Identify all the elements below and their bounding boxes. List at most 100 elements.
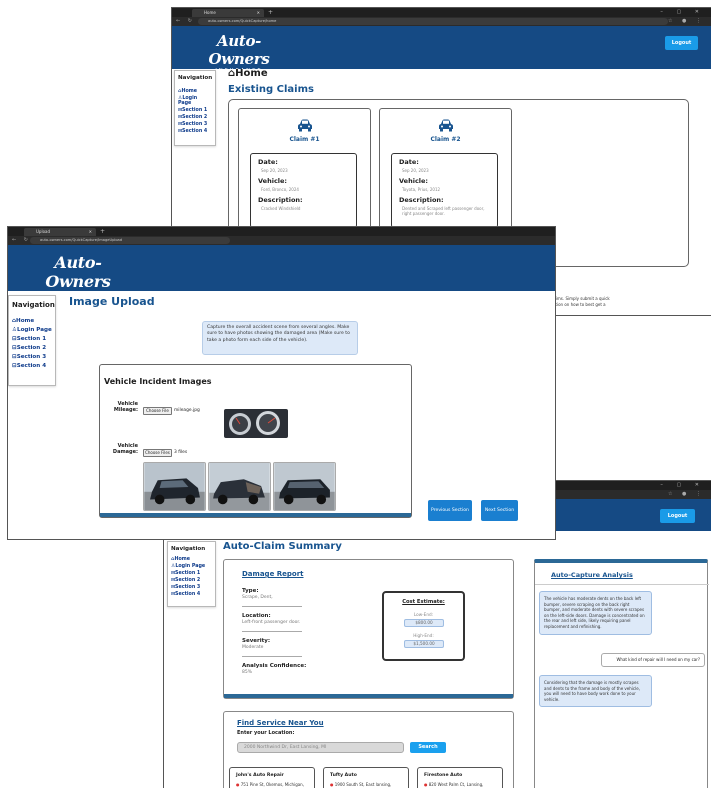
claim-date: Sep 20, 2023 [402, 168, 429, 173]
analysis-panel: Auto-Capture Analysis The vehicle has mo… [534, 559, 709, 788]
severity-value: Moderate [242, 645, 264, 650]
damage-photo-3 [273, 462, 336, 511]
nav-section-1[interactable]: ⊟Section 1 [178, 108, 212, 113]
car-icon [439, 119, 453, 132]
home-tab-bar: Home ✕ + – ▢ ✕ [172, 8, 711, 17]
nav-section-3[interactable]: ⊟Section 3 [178, 122, 212, 127]
nav-section-4[interactable]: ⊟Section 4 [178, 129, 212, 134]
new-tab-icon[interactable]: + [268, 8, 273, 17]
cost-estimate-title: Cost Estimate: [402, 599, 445, 605]
card-footer-bar [100, 513, 411, 517]
upload-navigation-panel: Navigation ⌂Home ♙Login Page ⊟Section 1 … [8, 295, 56, 386]
nav-section-2[interactable]: ⊟Section 2 [171, 578, 212, 583]
upload-address-bar: ← ↻ auto-owners.com/QuickCapture/ImageUp… [8, 236, 555, 245]
tab-close-icon[interactable]: ✕ [89, 228, 92, 236]
browser-tab-home[interactable]: Home ✕ [192, 9, 264, 17]
logout-button[interactable]: Logout [660, 509, 695, 523]
claim-vehicle: Toyota, Prius, 2012 [402, 187, 441, 192]
navigation-title: Navigation [178, 75, 213, 81]
previous-section-button[interactable]: Previous Section [428, 500, 472, 521]
description-label: Description: [258, 196, 303, 204]
navigation-title: Navigation [171, 546, 206, 552]
nav-section-3[interactable]: ⊟Section 3 [12, 354, 52, 360]
bot-message: Considering that the damage is mostly sc… [539, 675, 652, 708]
damage-file-count: 3 files [174, 450, 188, 455]
url-field[interactable]: auto-owners.com/QuickCapture/ImageUpload [30, 237, 230, 244]
divider [535, 584, 709, 585]
nav-section-1[interactable]: ⊟Section 1 [12, 336, 52, 342]
nav-login-page[interactable]: ♙Login Page [171, 564, 212, 569]
summary-page-title: Auto-Claim Summary [223, 541, 342, 552]
new-tab-icon[interactable]: + [100, 227, 105, 236]
shop-card-2[interactable]: Tufty Auto ● 1900 South St, East lansing… [323, 767, 409, 788]
damage-choose-files-button[interactable]: Choose Files [143, 449, 172, 457]
shop-name: Firestone Auto [424, 773, 463, 778]
shop-card-1[interactable]: John's Auto Repair ● 751 Pine St, Okemos… [229, 767, 315, 788]
vehicle-label: Vehicle: [258, 177, 288, 185]
location-prompt: Enter your Location: [237, 730, 295, 736]
nav-login-page[interactable]: ♙Login Page [12, 327, 52, 333]
analysis-title: Auto-Capture Analysis [551, 571, 633, 579]
find-service-title: Find Service Near You [237, 719, 324, 727]
claim-title: Claim #1 [289, 136, 320, 143]
tab-close-icon[interactable]: ✕ [257, 9, 260, 17]
nav-arrows-icon[interactable]: ← ↻ [12, 236, 31, 245]
window-controls[interactable]: – ▢ ✕ [660, 8, 705, 17]
low-end-label: Low-End: [413, 612, 434, 617]
summary-navigation-panel: Navigation ⌂Home ♙Login Page ⊟Section 1 … [167, 541, 216, 607]
low-end-value: $800.00 [404, 619, 444, 627]
url-field[interactable]: auto-owners.com/QuickCapture/home [198, 18, 668, 25]
nav-section-4[interactable]: ⊟Section 4 [12, 363, 52, 369]
existing-claims-title: Existing Claims [228, 84, 314, 95]
vehicle-images-title: Vehicle Incident Images [104, 377, 212, 386]
damage-photo-1 [143, 462, 206, 511]
home-address-bar: ← ↻ auto-owners.com/QuickCapture/home ☆ … [172, 17, 711, 26]
mileage-file-name: mileage.jpg [174, 408, 200, 413]
mileage-photo [224, 409, 288, 438]
next-section-button[interactable]: Next Section [481, 500, 518, 521]
nav-arrows-icon[interactable]: ← ↻ [176, 17, 195, 26]
location-value: Left-front passenger door. [242, 620, 301, 625]
auto-owners-logo: Auto-Owners INSURANCE [45, 253, 111, 297]
nav-section-4[interactable]: ⊟Section 4 [171, 592, 212, 597]
image-upload-title: Image Upload [69, 295, 155, 308]
mileage-choose-file-button[interactable]: Choose File [143, 407, 172, 415]
high-end-value: $1,500.00 [404, 640, 444, 648]
navigation-title: Navigation [12, 301, 55, 309]
mileage-label: Vehicle Mileage: [113, 401, 138, 413]
shop-name: John's Auto Repair [236, 773, 284, 778]
nav-section-2[interactable]: ⊟Section 2 [178, 115, 212, 120]
browser-extensions-icon[interactable]: ☆ ● ⋮ [668, 490, 705, 499]
nav-home[interactable]: ⌂Home [178, 89, 212, 94]
confidence-label: Analysis Confidence: [242, 663, 307, 669]
car-icon [298, 119, 312, 132]
upload-tab-bar: Upload ✕ + [8, 227, 555, 236]
type-value: Scrape, Dent, [242, 595, 273, 600]
browser-tab-upload[interactable]: Upload ✕ [24, 228, 96, 236]
shop-card-3[interactable]: Firestone Auto ● 820 West Palm Ct, Lansi… [417, 767, 503, 788]
nav-section-2[interactable]: ⊟Section 2 [12, 345, 52, 351]
window-controls[interactable]: – ▢ ✕ [660, 481, 705, 490]
card-footer-bar [224, 694, 513, 698]
home-brand-header: Auto-Owners INSURANCE Logout [172, 26, 711, 74]
high-end-label: High-End: [413, 633, 434, 638]
logout-button[interactable]: Logout [665, 36, 698, 50]
nav-section-1[interactable]: ⊟Section 1 [171, 571, 212, 576]
nav-home[interactable]: ⌂Home [171, 557, 212, 562]
confidence-value: 85% [242, 670, 253, 675]
shop-name: Tufty Auto [330, 773, 357, 778]
date-label: Date: [258, 158, 278, 166]
vehicle-images-card: Vehicle Incident Images Vehicle Mileage:… [99, 364, 412, 518]
user-message: What kind of repair will I need on my ca… [601, 653, 705, 667]
nav-home[interactable]: ⌂Home [12, 318, 52, 324]
nav-login-page[interactable]: ♙Login Page [178, 96, 212, 106]
date-label: Date: [399, 158, 419, 166]
shop-address: ● 820 West Palm Ct, Lansing, [424, 782, 484, 787]
browser-extensions-icon[interactable]: ☆ ● ⋮ [668, 17, 705, 26]
type-label: Type: [242, 588, 259, 594]
location-search-input[interactable]: 2000 Northwind Dr, East Lansing, MI [237, 742, 404, 753]
search-button[interactable]: Search [410, 742, 446, 753]
description-label: Description: [399, 196, 444, 204]
nav-section-3[interactable]: ⊟Section 3 [171, 585, 212, 590]
claim-description: Cracked Windshield [261, 206, 301, 211]
